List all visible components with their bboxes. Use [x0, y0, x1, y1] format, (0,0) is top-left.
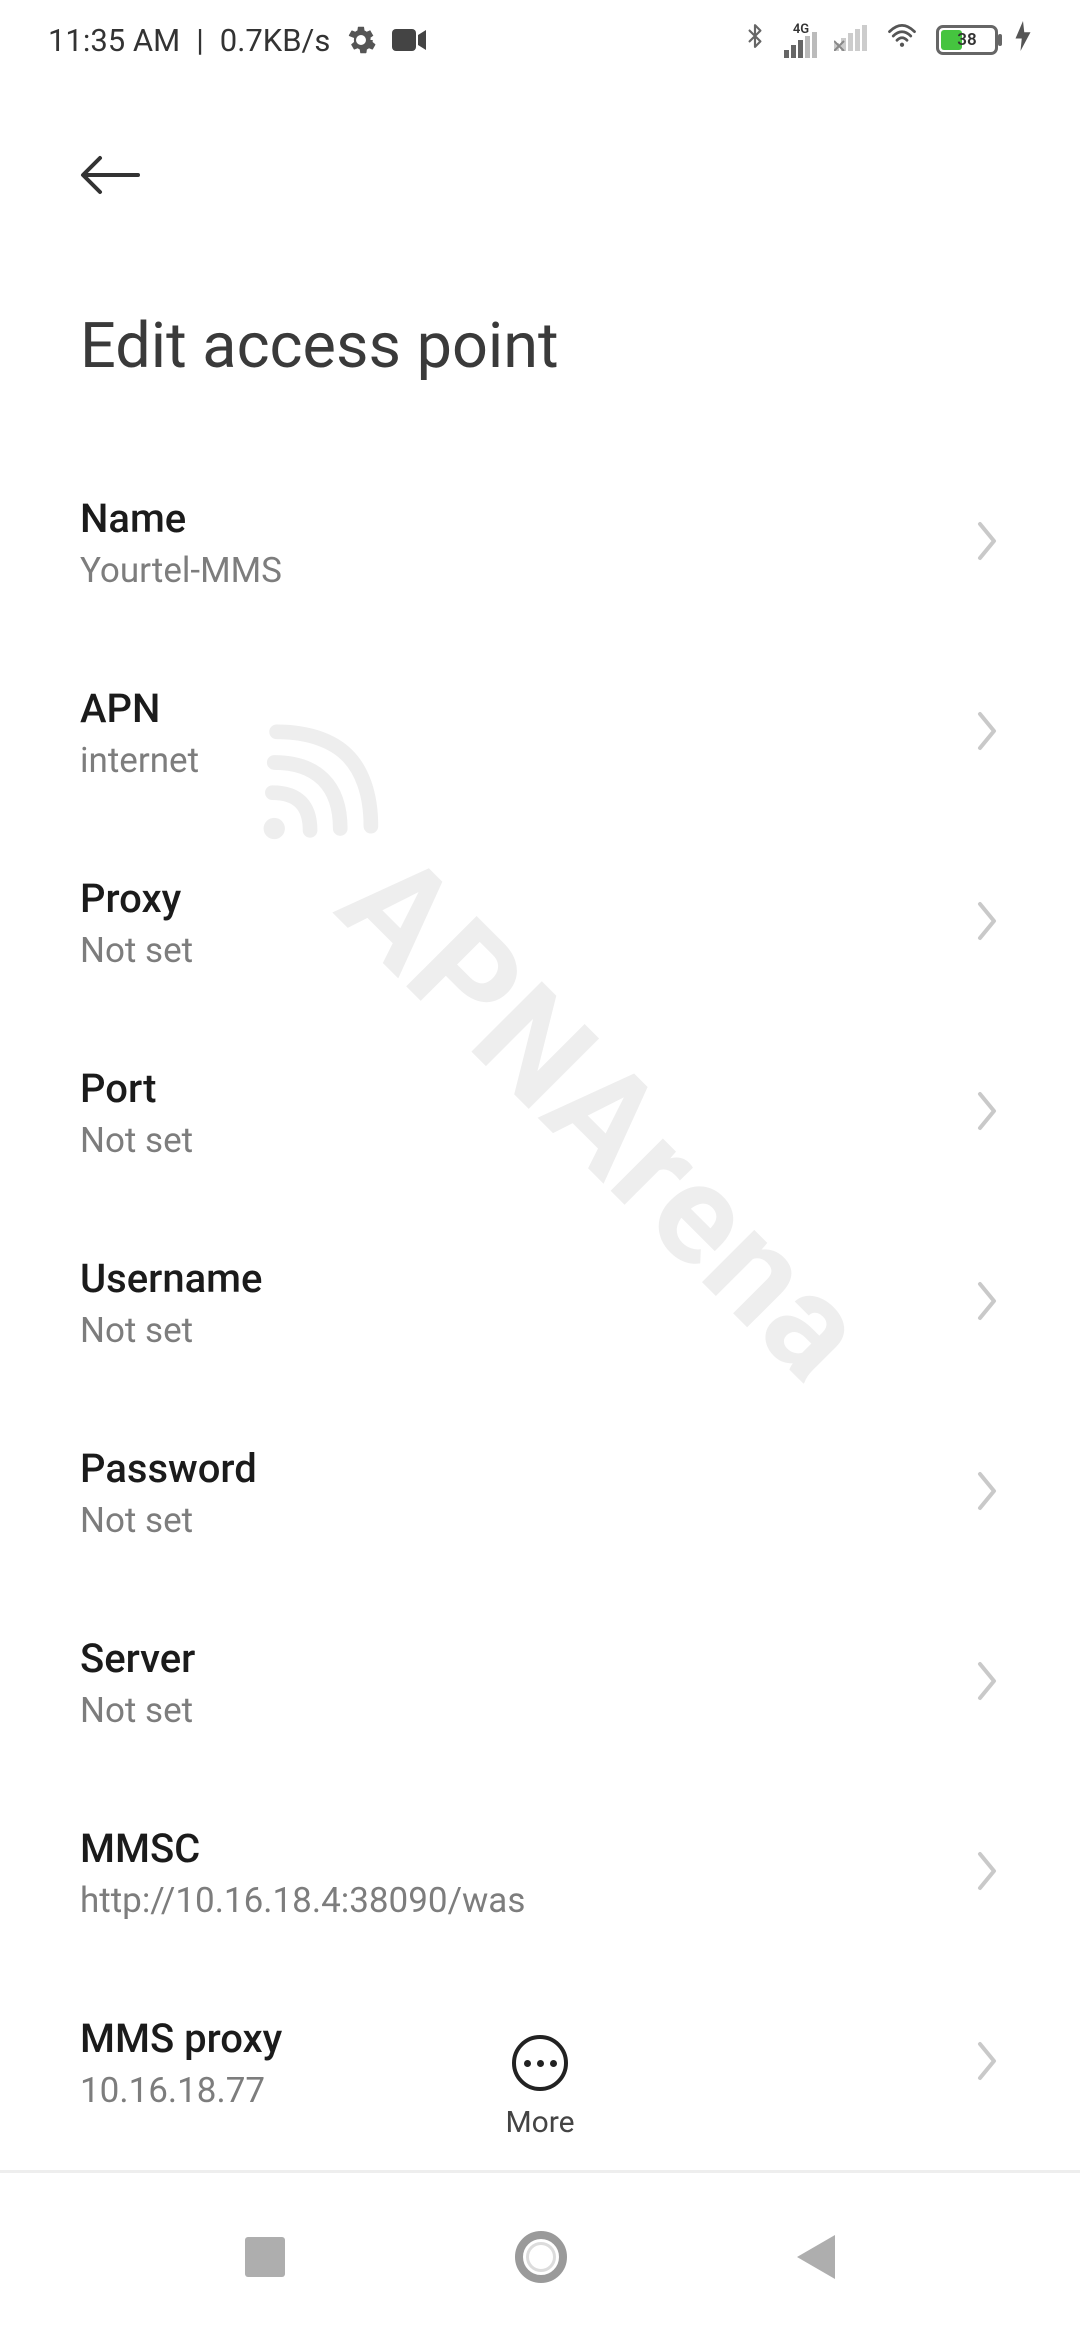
chevron-right-icon — [974, 1660, 1000, 1702]
row-label: Proxy — [80, 875, 193, 922]
camera-icon — [392, 27, 426, 53]
more-icon — [512, 2035, 568, 2091]
row-label: APN — [80, 685, 199, 732]
row-text: Name Yourtel-MMS — [80, 495, 282, 591]
chevron-right-icon — [974, 1850, 1000, 1892]
chevron-right-icon — [974, 900, 1000, 942]
bluetooth-icon — [742, 19, 768, 61]
row-username[interactable]: Username Not set — [80, 1208, 1000, 1398]
row-text: Proxy Not set — [80, 875, 193, 971]
row-chevron — [974, 1470, 1000, 1516]
chevron-right-icon — [974, 1470, 1000, 1512]
chevron-right-icon — [974, 1090, 1000, 1132]
page-title: Edit access point — [80, 310, 1000, 383]
row-value: Not set — [80, 1500, 257, 1541]
row-value: Not set — [80, 1310, 262, 1351]
status-left: 11:35 AM | 0.7KB/s — [48, 22, 426, 59]
row-apn[interactable]: APN internet — [80, 638, 1000, 828]
row-label: Username — [80, 1255, 262, 1302]
row-chevron — [974, 1280, 1000, 1326]
row-value: Not set — [80, 1690, 195, 1731]
status-right: 4G — [742, 19, 1032, 61]
battery-icon: 38 — [936, 25, 998, 55]
more-label: More — [505, 2105, 574, 2140]
row-proxy[interactable]: Proxy Not set — [80, 828, 1000, 1018]
status-time: 11:35 AM — [48, 22, 180, 59]
row-text: MMSC http://10.16.18.4:38090/was — [80, 1825, 525, 1921]
row-chevron — [974, 900, 1000, 946]
row-value: http://10.16.18.4:38090/was — [80, 1880, 525, 1921]
status-separator: | — [196, 22, 204, 59]
row-chevron — [974, 520, 1000, 566]
chevron-right-icon — [974, 520, 1000, 562]
wifi-icon — [884, 21, 920, 59]
signal-4g-icon: 4G — [784, 23, 818, 58]
chevron-right-icon — [974, 710, 1000, 752]
status-net-speed: 0.7KB/s — [220, 22, 331, 59]
settings-list: NameYourtel-MMSAPNinternetProxyNot setPo… — [0, 393, 1080, 2158]
signal-nosim-icon — [834, 22, 868, 59]
row-server[interactable]: Server Not set — [80, 1588, 1000, 1778]
nav-home-button[interactable] — [515, 2231, 567, 2283]
row-password[interactable]: Password Not set — [80, 1398, 1000, 1588]
charging-icon — [1014, 21, 1032, 59]
battery-percent-text: 38 — [957, 30, 976, 50]
row-port[interactable]: Port Not set — [80, 1018, 1000, 1208]
row-chevron — [974, 1660, 1000, 1706]
row-label: Name — [80, 495, 282, 542]
row-label: Password — [80, 1445, 257, 1492]
gear-icon — [346, 25, 376, 55]
row-value: Not set — [80, 930, 193, 971]
chevron-right-icon — [974, 1280, 1000, 1322]
row-label: MMSC — [80, 1825, 525, 1872]
row-text: Server Not set — [80, 1635, 195, 1731]
arrow-left-icon — [78, 152, 140, 198]
row-text: APN internet — [80, 685, 199, 781]
row-mmsc[interactable]: MMSC http://10.16.18.4:38090/was — [80, 1778, 1000, 1968]
row-value: internet — [80, 740, 199, 781]
more-button[interactable]: More — [0, 2035, 1080, 2140]
row-label: Port — [80, 1065, 193, 1112]
nav-back-button[interactable] — [797, 2235, 835, 2279]
row-label: Server — [80, 1635, 195, 1682]
row-chevron — [974, 1090, 1000, 1136]
row-text: Password Not set — [80, 1445, 257, 1541]
nav-recent-button[interactable] — [245, 2237, 285, 2277]
status-bar: 11:35 AM | 0.7KB/s 4G — [0, 0, 1080, 80]
row-value: Not set — [80, 1120, 193, 1161]
row-chevron — [974, 1850, 1000, 1896]
row-text: Username Not set — [80, 1255, 262, 1351]
row-text: Port Not set — [80, 1065, 193, 1161]
row-name[interactable]: Name Yourtel-MMS — [80, 448, 1000, 638]
back-button[interactable] — [74, 140, 144, 210]
header: Edit access point — [0, 80, 1080, 393]
system-nav-bar — [0, 2170, 1080, 2340]
row-chevron — [974, 710, 1000, 756]
row-value: Yourtel-MMS — [80, 550, 282, 591]
